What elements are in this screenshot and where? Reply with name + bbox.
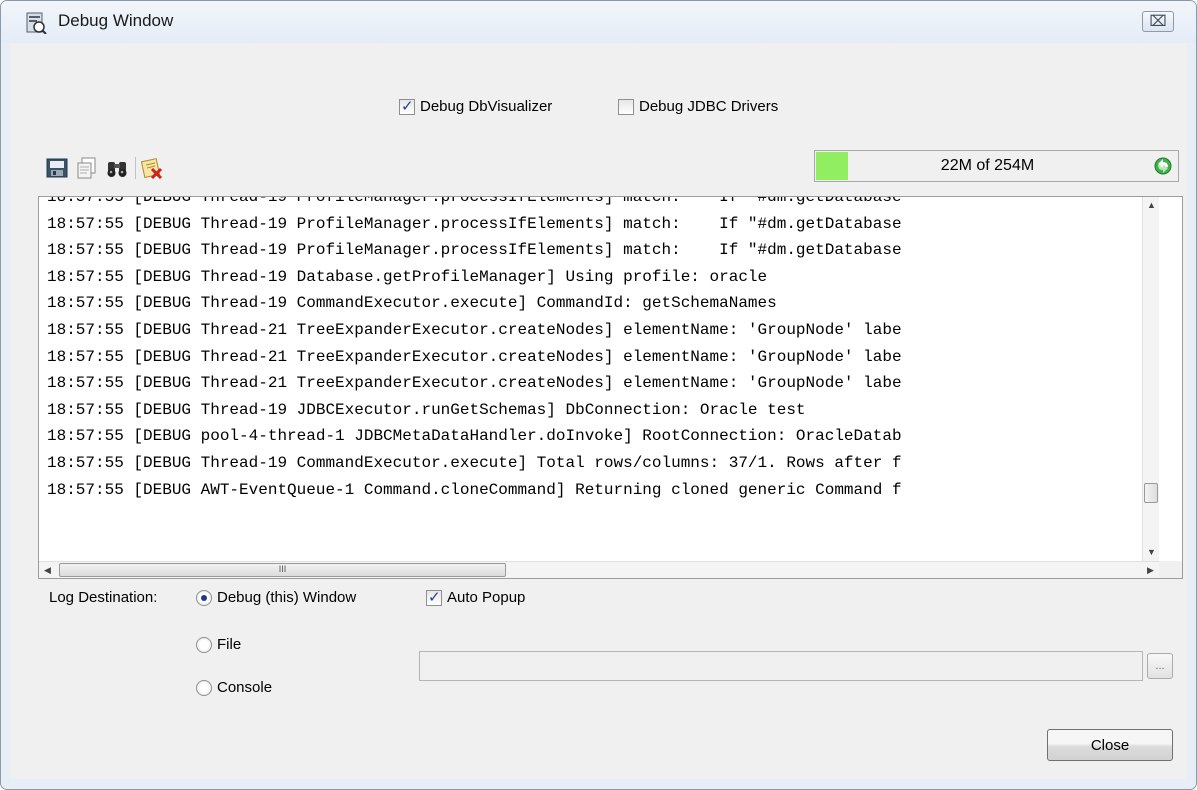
title-bar[interactable]: Debug Window ⌧ xyxy=(1,1,1196,43)
memory-usage-text: 22M of 254M xyxy=(940,157,1035,174)
copy-icon[interactable] xyxy=(75,156,99,180)
log-line: 18:57:55 [DEBUG AWT-EventQueue-1 Command… xyxy=(47,480,902,499)
log-line: 18:57:55 [DEBUG pool-4-thread-1 JDBCMeta… xyxy=(47,427,902,446)
log-destination-label: Log Destination: xyxy=(49,589,158,606)
find-binoculars-icon[interactable] xyxy=(105,156,129,180)
log-line: 18:57:55 [DEBUG Thread-19 CommandExecuto… xyxy=(47,453,902,472)
debug-window-icon xyxy=(25,12,47,35)
destination-debug-window-option[interactable]: Debug (this) Window xyxy=(196,589,356,606)
scroll-down-arrow-icon[interactable]: ▼ xyxy=(1143,544,1160,561)
log-toolbar xyxy=(45,155,170,181)
file-path-field[interactable] xyxy=(419,651,1143,681)
window-title: Debug Window xyxy=(58,11,174,30)
log-line: 18:57:55 [DEBUG Thread-19 ProfileManager… xyxy=(47,196,902,206)
debug-dbvisualizer-label: Debug DbVisualizer xyxy=(420,98,553,115)
log-text-area[interactable]: 18:57:55 [DEBUG Thread-19 ProfileManager… xyxy=(38,196,1183,579)
scroll-up-arrow-icon[interactable]: ▲ xyxy=(1143,197,1160,214)
debug-jdbc-option[interactable]: Debug JDBC Drivers xyxy=(618,98,778,115)
window-close-button[interactable]: ⌧ xyxy=(1142,11,1174,32)
vertical-scroll-thumb[interactable] xyxy=(1144,483,1158,503)
debug-jdbc-checkbox[interactable] xyxy=(618,98,634,115)
garbage-collect-icon[interactable] xyxy=(1152,155,1174,177)
log-lines: 18:57:55 [DEBUG Thread-19 ProfileManager… xyxy=(39,196,1142,503)
auto-popup-option[interactable]: Auto Popup xyxy=(426,588,526,606)
log-line: 18:57:55 [DEBUG Thread-21 TreeExpanderEx… xyxy=(47,320,902,339)
horizontal-scrollbar[interactable]: ◀ III ▶ xyxy=(39,561,1159,578)
log-line: 18:57:55 [DEBUG Thread-19 ProfileManager… xyxy=(47,214,902,233)
destination-file-option[interactable]: File xyxy=(196,636,241,653)
destination-console-radio[interactable] xyxy=(196,679,212,696)
destination-debug-window-radio[interactable] xyxy=(196,589,212,606)
close-button[interactable]: Close xyxy=(1047,729,1173,761)
log-line: 18:57:55 [DEBUG Thread-19 CommandExecuto… xyxy=(47,294,777,313)
auto-popup-label: Auto Popup xyxy=(447,589,526,606)
vertical-scrollbar[interactable]: ▲ ▼ xyxy=(1142,197,1159,561)
debug-window: Debug Window ⌧ Debug DbVisualizer Debug … xyxy=(0,0,1197,790)
destination-file-label: File xyxy=(217,636,242,653)
save-log-icon[interactable] xyxy=(45,156,69,180)
debug-dbvisualizer-option[interactable]: Debug DbVisualizer xyxy=(399,97,553,115)
destination-console-option[interactable]: Console xyxy=(196,679,272,696)
debug-jdbc-label: Debug JDBC Drivers xyxy=(639,98,779,115)
memory-usage-bar: 22M of 254M xyxy=(814,150,1179,182)
log-line: 18:57:55 [DEBUG Thread-19 Database.getPr… xyxy=(47,267,768,286)
log-line: 18:57:55 [DEBUG Thread-19 ProfileManager… xyxy=(47,241,902,260)
clear-log-icon[interactable] xyxy=(140,156,164,180)
auto-popup-checkbox[interactable] xyxy=(426,588,442,606)
scroll-left-arrow-icon[interactable]: ◀ xyxy=(39,562,56,578)
window-content: Debug DbVisualizer Debug JDBC Drivers xyxy=(11,43,1187,779)
scroll-right-arrow-icon[interactable]: ▶ xyxy=(1142,562,1159,578)
log-line: 18:57:55 [DEBUG Thread-21 TreeExpanderEx… xyxy=(47,374,902,393)
log-line: 18:57:55 [DEBUG Thread-21 TreeExpanderEx… xyxy=(47,347,902,366)
destination-debug-window-label: Debug (this) Window xyxy=(217,589,357,606)
log-line: 18:57:55 [DEBUG Thread-19 JDBCExecutor.r… xyxy=(47,400,806,419)
debug-dbvisualizer-checkbox[interactable] xyxy=(399,97,415,115)
scrollbar-corner xyxy=(1159,561,1182,578)
toolbar-separator xyxy=(135,157,136,179)
browse-file-button[interactable]: ... xyxy=(1147,653,1173,679)
horizontal-scroll-thumb[interactable]: III xyxy=(59,563,506,577)
destination-console-label: Console xyxy=(217,679,273,696)
destination-file-radio[interactable] xyxy=(196,636,212,653)
